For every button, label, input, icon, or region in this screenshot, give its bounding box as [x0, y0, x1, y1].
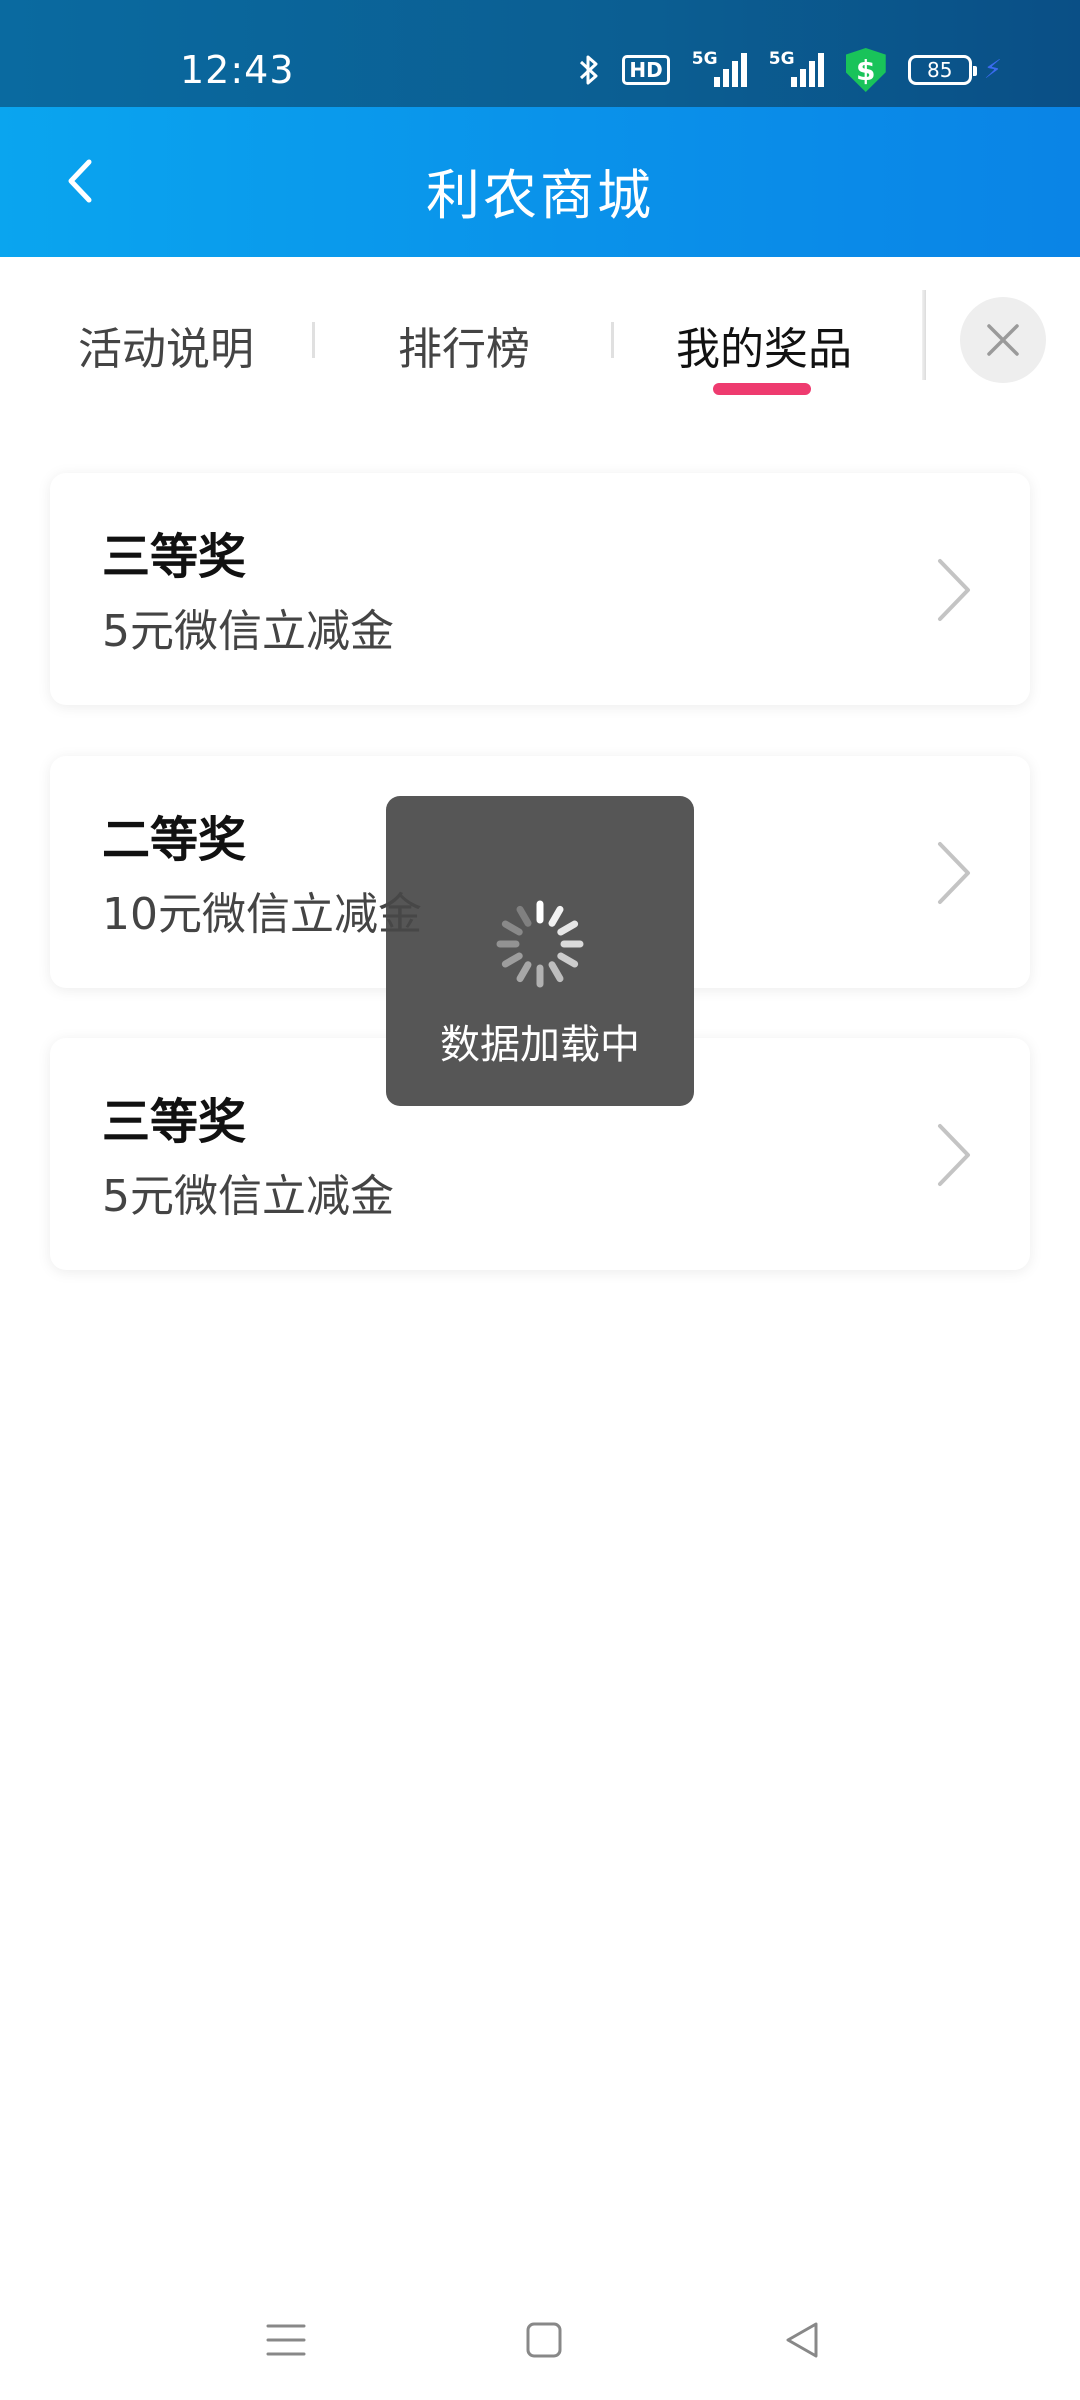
close-button[interactable]	[960, 297, 1046, 383]
close-icon	[987, 324, 1019, 356]
loading-text: 数据加载中	[440, 1022, 640, 1068]
page-title: 利农商城	[426, 164, 654, 227]
menu-button[interactable]	[254, 2308, 318, 2372]
tab-divider	[611, 322, 614, 358]
chevron-right-icon	[938, 1124, 970, 1186]
prize-description: 5元微信立减金	[102, 1171, 394, 1222]
prize-level: 三等奖	[102, 1094, 247, 1150]
signal-label: 5G	[691, 49, 718, 69]
prize-description: 10元微信立减金	[102, 889, 422, 940]
security-shield-icon: $	[845, 48, 886, 92]
system-nav-bar	[0, 2280, 1080, 2400]
back-triangle-icon	[786, 2322, 818, 2358]
active-tab-indicator	[713, 383, 811, 395]
hd-icon: HD	[622, 55, 670, 85]
loading-spinner-icon	[496, 900, 584, 988]
prize-level: 二等奖	[102, 812, 247, 868]
chevron-right-icon	[938, 842, 970, 904]
chevron-right-icon	[938, 559, 970, 621]
battery-level: 85	[927, 58, 953, 82]
menu-icon	[266, 2324, 306, 2356]
tab-bar-edge	[922, 290, 926, 380]
signal-5g-icon: 5G	[692, 49, 747, 87]
prize-card[interactable]: 三等奖 5元微信立减金	[50, 473, 1030, 705]
status-time: 12:43	[180, 48, 295, 92]
battery-icon: 85	[907, 55, 977, 85]
bluetooth-icon	[578, 52, 600, 88]
home-button[interactable]	[512, 2308, 576, 2372]
loading-toast: 数据加载中	[386, 796, 694, 1106]
signal-5g-icon: 5G	[769, 49, 824, 87]
nav-back-button[interactable]	[770, 2308, 834, 2372]
tab-my-prizes[interactable]: 我的奖品	[676, 313, 852, 377]
tab-activity-rules[interactable]: 活动说明	[78, 313, 254, 377]
status-icons: HD 5G 5G $ 85 ⚡	[578, 48, 1002, 92]
charging-icon: ⚡	[983, 55, 1002, 85]
tab-leaderboard[interactable]: 排行榜	[398, 313, 530, 377]
prize-level: 三等奖	[102, 529, 247, 585]
prize-description: 5元微信立减金	[102, 606, 394, 657]
app-bar: 利农商城	[0, 107, 1080, 257]
status-bar: 12:43 HD 5G 5G $ 85 ⚡	[0, 0, 1080, 107]
tab-divider	[312, 322, 315, 358]
home-icon	[526, 2322, 562, 2358]
signal-label: 5G	[768, 49, 795, 69]
